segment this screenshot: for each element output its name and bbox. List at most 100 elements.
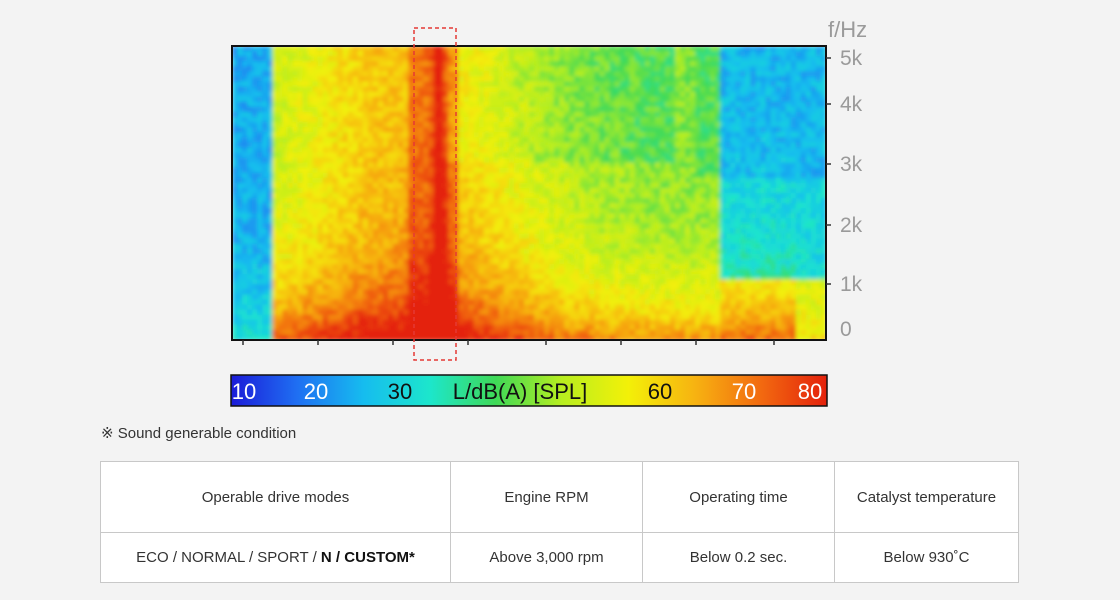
heat-cell	[317, 238, 324, 245]
heat-cell	[775, 198, 782, 204]
heat-cell	[725, 106, 732, 113]
heat-cell	[770, 137, 777, 144]
heat-cell	[362, 142, 369, 149]
heat-cell	[262, 218, 269, 225]
heat-cell	[770, 223, 777, 230]
heat-cell	[337, 157, 344, 164]
heat-cell	[705, 218, 712, 225]
heat-cell	[559, 152, 566, 159]
heat-cell	[544, 243, 550, 250]
heat-cell	[292, 86, 299, 93]
heat-cell	[267, 208, 274, 215]
heat-cell	[579, 147, 586, 154]
heat-cell	[448, 51, 455, 57]
heat-cell	[594, 71, 601, 78]
heat-cell	[473, 233, 480, 240]
heat-cell	[685, 177, 691, 184]
heat-cell	[785, 162, 792, 169]
heat-cell	[564, 116, 571, 123]
heat-cell	[654, 213, 661, 220]
heat-cell	[760, 172, 767, 179]
heat-cell	[292, 61, 299, 68]
heat-cell	[544, 86, 550, 93]
heat-cell	[352, 56, 359, 63]
heat-cell	[463, 81, 470, 88]
heat-cell	[518, 162, 525, 169]
heat-cell	[302, 111, 309, 118]
heat-cell	[594, 96, 601, 103]
heat-cell	[760, 228, 767, 235]
heat-cell	[252, 258, 258, 265]
heat-cell	[664, 243, 671, 250]
heat-cell	[383, 243, 389, 250]
heat-cell	[534, 76, 540, 83]
heat-cell	[604, 101, 611, 108]
heat-cell	[292, 203, 299, 210]
heat-cell	[327, 233, 334, 240]
heat-cell	[720, 213, 727, 220]
heat-cell	[342, 233, 349, 240]
heat-cell	[579, 208, 586, 215]
heat-cell	[448, 56, 455, 63]
heat-cell	[322, 248, 329, 255]
heat-cell	[805, 142, 812, 149]
heat-cell	[700, 152, 706, 159]
heat-cell	[674, 66, 681, 73]
heat-cell	[755, 106, 762, 113]
heat-cell	[247, 66, 253, 73]
heat-cell	[659, 193, 666, 199]
heat-cell	[408, 177, 415, 184]
heat-cell	[473, 208, 480, 215]
heat-cell	[367, 203, 374, 210]
heat-cell	[307, 218, 314, 225]
heat-cell	[272, 258, 279, 265]
heat-cell	[423, 238, 430, 245]
heat-cell	[735, 238, 742, 245]
heat-cell	[443, 86, 450, 93]
heat-cell	[428, 218, 435, 225]
heat-cell	[594, 238, 601, 245]
heat-cell	[765, 106, 772, 113]
heat-cell	[272, 162, 279, 169]
heat-cell	[242, 81, 248, 88]
heat-cell	[639, 177, 646, 184]
heat-cell	[574, 233, 581, 240]
heat-cell	[785, 187, 792, 194]
heat-cell	[720, 122, 727, 128]
heat-cell	[574, 157, 581, 164]
heat-cell	[785, 96, 792, 103]
heat-cell	[800, 81, 807, 88]
heat-cell	[705, 203, 712, 210]
heat-cell	[383, 56, 389, 63]
heat-cell	[372, 258, 379, 265]
heat-cell	[483, 101, 490, 108]
heat-cell	[715, 66, 722, 73]
heat-cell	[493, 66, 500, 73]
heat-cell	[252, 167, 258, 174]
heat-cell	[257, 101, 263, 108]
heat-cell	[337, 223, 344, 230]
heat-cell	[307, 213, 314, 220]
heat-cell	[554, 177, 560, 184]
heat-cell	[695, 223, 701, 230]
heat-cell	[579, 177, 586, 184]
heat-cell	[478, 253, 485, 260]
heat-cell	[302, 182, 309, 189]
heat-cell	[508, 122, 515, 128]
heat-cell	[564, 218, 571, 225]
heat-cell	[584, 61, 591, 68]
heat-cell	[800, 157, 807, 164]
heat-cell	[337, 243, 344, 250]
heat-cell	[443, 208, 450, 215]
heat-cell	[473, 213, 480, 220]
heat-cell	[790, 218, 797, 225]
heat-cell	[403, 122, 409, 128]
heat-cell	[765, 172, 772, 179]
heat-cell	[685, 106, 691, 113]
heat-cell	[539, 152, 545, 159]
heat-cell	[720, 71, 727, 78]
heat-cell	[277, 101, 284, 108]
heat-cell	[715, 86, 722, 93]
heat-cell	[569, 187, 576, 194]
heat-cell	[493, 228, 500, 235]
